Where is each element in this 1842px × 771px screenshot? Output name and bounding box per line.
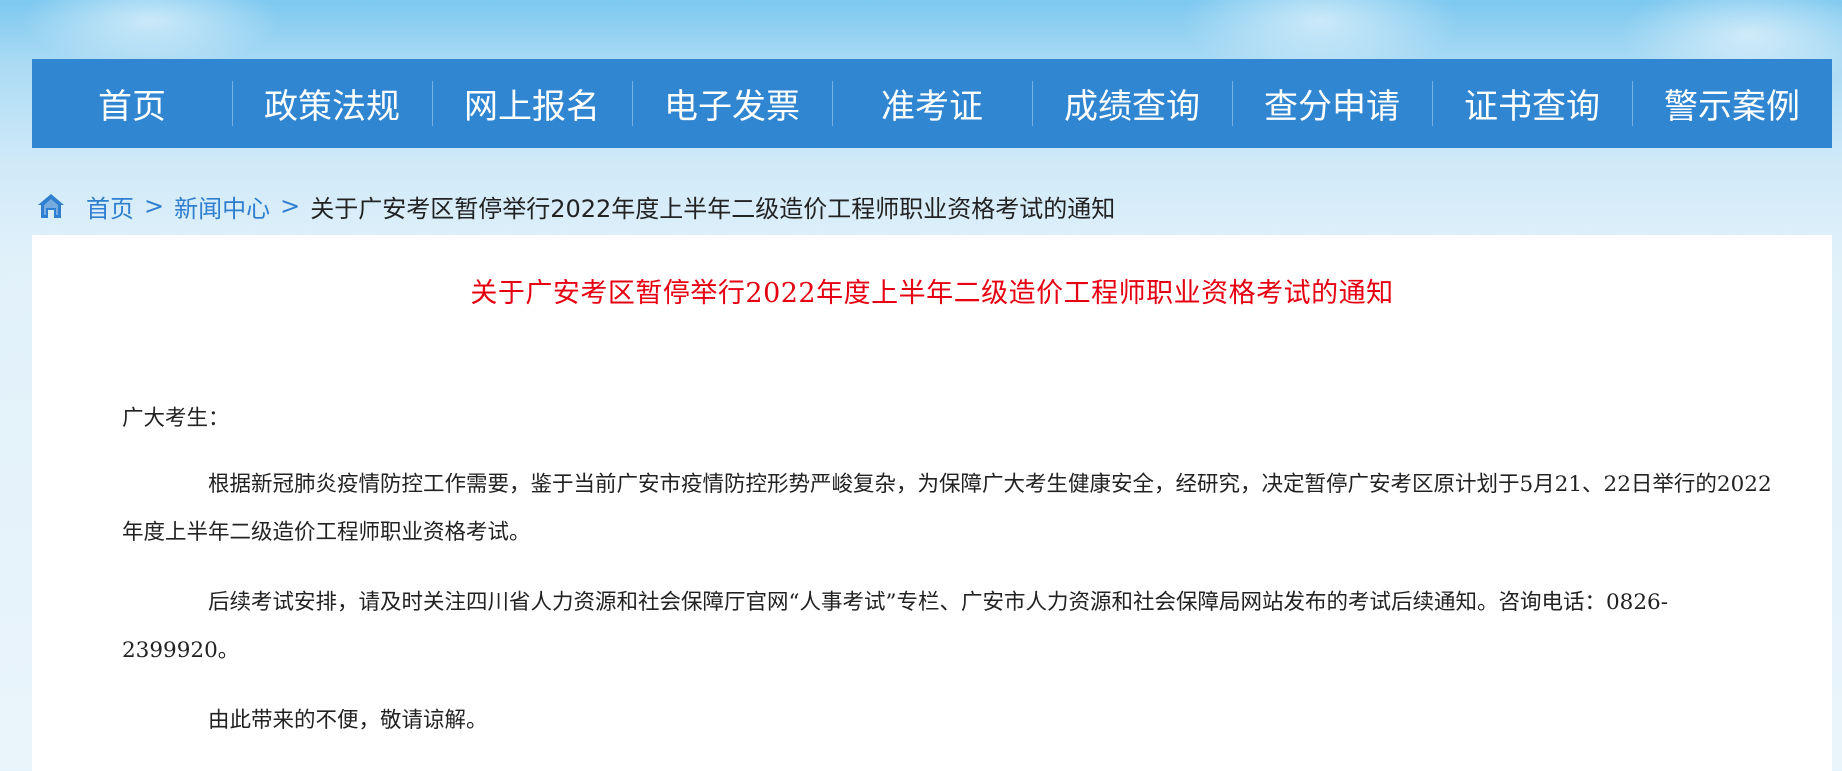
article-body: 广大考生： 根据新冠肺炎疫情防控工作需要，鉴于当前广安市疫情防控形势严峻复杂，为… [122, 395, 1782, 767]
nav-item-score-query[interactable]: 成绩查询 [1032, 59, 1232, 148]
article-paragraph: 后续考试安排，请及时关注四川省人力资源和社会保障厅官网“人事考试”专栏、广安市人… [122, 590, 1668, 663]
main-nav-bar: 首页 政策法规 网上报名 电子发票 准考证 成绩查询 查分申请 证书查询 警示案… [32, 59, 1832, 148]
article-paragraph: 根据新冠肺炎疫情防控工作需要，鉴于当前广安市疫情防控形势严峻复杂，为保障广大考生… [122, 472, 1772, 545]
nav-item-admission-ticket[interactable]: 准考证 [832, 59, 1032, 148]
nav-item-online-registration[interactable]: 网上报名 [432, 59, 632, 148]
breadcrumb-current-page: 关于广安考区暂停举行2022年度上半年二级造价工程师职业资格考试的通知 [310, 194, 1116, 223]
breadcrumb-home-link[interactable]: 首页 [86, 189, 134, 224]
breadcrumb-separator: > [280, 192, 301, 220]
breadcrumb-news-center-link[interactable]: 新闻中心 [174, 189, 270, 224]
nav-item-score-review[interactable]: 查分申请 [1232, 59, 1432, 148]
breadcrumb-separator: > [144, 192, 165, 220]
nav-item-policies[interactable]: 政策法规 [232, 59, 432, 148]
nav-item-certificate-query[interactable]: 证书查询 [1432, 59, 1632, 148]
article-salutation: 广大考生： [122, 406, 230, 431]
nav-item-e-invoice[interactable]: 电子发票 [632, 59, 832, 148]
nav-item-warning-cases[interactable]: 警示案例 [1632, 59, 1832, 148]
home-icon[interactable] [36, 191, 66, 221]
article-panel: 关于广安考区暂停举行2022年度上半年二级造价工程师职业资格考试的通知 广大考生… [32, 235, 1832, 771]
article-title: 关于广安考区暂停举行2022年度上半年二级造价工程师职业资格考试的通知 [470, 278, 1394, 309]
article-paragraph: 由此带来的不便，敬请谅解。 [208, 708, 488, 733]
breadcrumb: 首页 > 新闻中心 > 关于广安考区暂停举行2022年度上半年二级造价工程师职业… [36, 186, 1115, 226]
nav-item-home[interactable]: 首页 [32, 59, 232, 148]
